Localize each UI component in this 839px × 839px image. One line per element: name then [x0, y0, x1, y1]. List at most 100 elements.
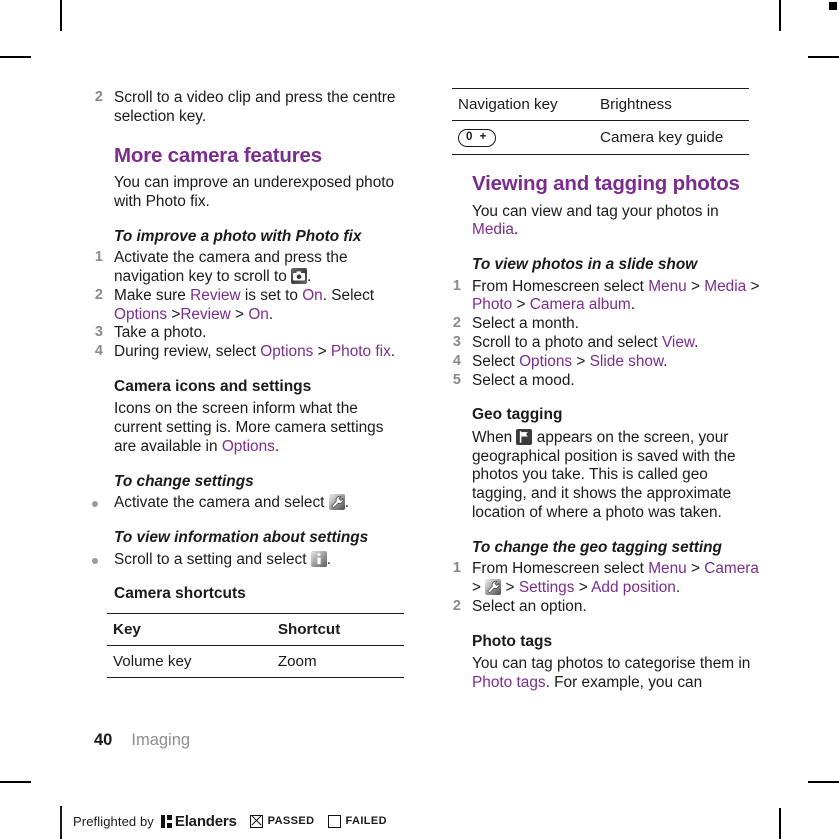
step-number: 2: [452, 315, 461, 332]
menu-reference-media: Media: [472, 221, 514, 239]
list-item: 1 From Homescreen select Menu > Media > P…: [446, 278, 760, 316]
checkbox-checked-icon: [249, 814, 263, 828]
cell-shortcut: Brightness: [576, 88, 749, 121]
table-row: Volume key Zoom: [107, 645, 404, 678]
menu-reference: Menu: [648, 277, 687, 295]
menu-reference: Photo fix: [330, 343, 391, 361]
step-text-fragment: >: [472, 579, 486, 597]
step-text-fragment: >: [572, 352, 590, 370]
subheading-camera-icons-and-settings: Camera icons and settings: [114, 377, 312, 395]
step-number: 1: [452, 277, 461, 294]
elanders-logo-icon: [160, 814, 172, 828]
step-text-fragment: Make sure: [114, 286, 191, 304]
intro-paragraph: You can improve an underexposed photo wi…: [114, 174, 395, 210]
procedure-steps-geo-setting: 1 From Homescreen select Menu > Camera > …: [446, 560, 760, 616]
preflight-failed: FAILED: [327, 814, 388, 828]
menu-reference: On: [302, 286, 323, 304]
menu-reference: Options: [519, 352, 573, 370]
info-icon: [310, 550, 327, 567]
procedure-title-view-information: To view information about settings: [114, 529, 369, 547]
bullet-text-after: .: [344, 494, 350, 512]
step-text-fragment: >: [686, 560, 705, 578]
step-text-fragment: .: [268, 305, 274, 323]
menu-reference: Menu: [648, 560, 687, 578]
text-after: . For example, you can: [545, 674, 703, 691]
step-text-fragment: >: [313, 343, 331, 361]
camera-shortcuts-table-continued: Navigation key Brightness 0 + Camera key…: [452, 88, 749, 155]
step-text-fragment: Select an option.: [472, 597, 587, 615]
step-text-fragment: Activate the camera and press the naviga…: [114, 249, 348, 285]
bullet-text-before: Activate the camera and select: [114, 494, 329, 512]
step-number: 2: [94, 286, 103, 303]
two-column-layout: 2 Scroll to a video clip and press the c…: [88, 88, 760, 695]
menu-reference: Add position: [591, 579, 676, 597]
section-heading-more-camera-features: More camera features: [114, 143, 322, 167]
table-row: Navigation key Brightness: [452, 88, 749, 121]
procedure-steps-photo-fix: 1 Activate the camera and press the navig…: [88, 249, 402, 362]
geo-tagging-paragraph: When appears on the screen, your geograp…: [472, 428, 760, 523]
step-text-fragment: >: [686, 277, 705, 295]
camera-icon: [291, 267, 308, 284]
right-column: Navigation key Brightness 0 + Camera key…: [446, 88, 760, 695]
procedure-steps-slide-show: 1 From Homescreen select Menu > Media > P…: [446, 278, 760, 391]
menu-reference: Camera: [704, 560, 759, 578]
wrench-icon: [485, 579, 502, 596]
list-item: 1 From Homescreen select Menu > Camera > …: [446, 560, 760, 598]
step-text: Scroll to a video clip and press the cen…: [114, 89, 396, 125]
checkbox-unchecked-icon: [327, 814, 341, 828]
step-number: 1: [452, 560, 461, 577]
text-after: .: [274, 438, 280, 456]
step-text-fragment: >: [230, 305, 249, 323]
list-item: 4 Select Options > Slide show.: [446, 353, 760, 372]
table-header-row: Key Shortcut: [107, 612, 404, 646]
menu-reference: On: [248, 305, 269, 323]
step-text-fragment: .: [390, 343, 396, 361]
manual-page: 2 Scroll to a video clip and press the c…: [0, 0, 839, 839]
step-number: 4: [94, 343, 103, 360]
page-footer: 40 Imaging: [94, 731, 190, 750]
step-text-fragment: Select a mood.: [472, 371, 575, 389]
step-text-fragment: From Homescreen select: [472, 560, 649, 578]
text-before: You can tag photos to categorise them in: [472, 655, 751, 673]
step-number: 2: [452, 597, 461, 614]
list-item: 3 Scroll to a photo and select View.: [446, 334, 760, 353]
preflight-brand: Elanders: [174, 812, 237, 830]
bullet-text-after: .: [326, 550, 332, 568]
cell-key-icon: 0 +: [452, 120, 577, 155]
menu-reference: Review: [190, 286, 241, 304]
zero-plus-key-icon: 0 +: [458, 129, 497, 147]
step-text-fragment: Scroll to a photo and select: [472, 333, 662, 351]
menu-reference: View: [661, 333, 695, 351]
cell-shortcut: Zoom: [253, 645, 404, 678]
menu-reference: Settings: [518, 579, 575, 597]
preflight-passed: PASSED: [249, 814, 315, 828]
procedure-title-slide-show: To view photos in a slide show: [472, 256, 698, 274]
step-number: 5: [452, 371, 461, 388]
list-item: 1 Activate the camera and press the navig…: [88, 249, 402, 287]
list-item: Scroll to a setting and select .: [88, 550, 402, 570]
camera-icons-paragraph: Icons on the screen inform what the curr…: [114, 400, 402, 456]
list-item: 2 Select a month.: [446, 315, 760, 334]
cell-key: Volume key: [107, 645, 254, 678]
page-number: 40: [94, 731, 113, 749]
chapter-name: Imaging: [131, 731, 191, 749]
subheading-geo-tagging: Geo tagging: [472, 406, 563, 424]
step-text-fragment: >: [512, 296, 530, 314]
wrench-icon: [328, 494, 345, 511]
step-number: 4: [452, 352, 461, 369]
menu-reference-photo-tags: Photo tags: [472, 674, 546, 691]
step-text-fragment: From Homescreen select: [472, 277, 649, 295]
step-text-fragment: . Select: [322, 286, 375, 304]
text-before: When: [472, 428, 517, 446]
flag-icon: [516, 428, 533, 445]
bullet-marker: [92, 501, 98, 508]
step-text-fragment: .: [675, 579, 681, 597]
camera-shortcuts-table: Key Shortcut Volume key Zoom: [107, 612, 404, 678]
procedure-title-change-settings: To change settings: [114, 472, 254, 490]
menu-reference: Camera album: [529, 296, 631, 314]
step-text-fragment: .: [663, 352, 668, 370]
list-item: 2 Scroll to a video clip and press the c…: [88, 89, 402, 127]
preflight-label: Preflighted by: [73, 813, 154, 829]
step-text-fragment: Select a month.: [472, 315, 579, 333]
bullet-text-before: Scroll to a setting and select: [114, 550, 311, 568]
